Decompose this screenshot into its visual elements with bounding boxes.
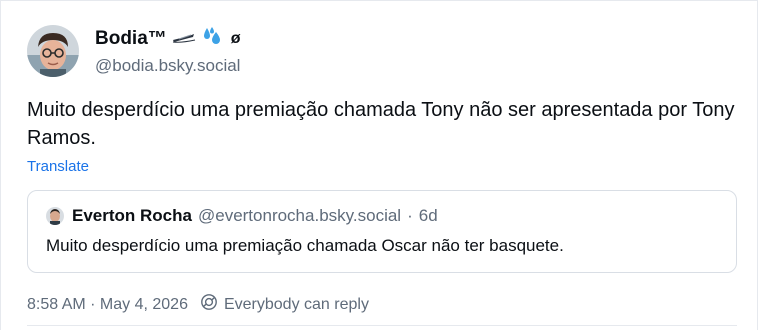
- quoted-author-handle: @evertonrocha.bsky.social: [197, 206, 402, 225]
- quoted-post[interactable]: Everton Rocha @evertonrocha.bsky.social …: [27, 190, 737, 273]
- author-avatar-image: [27, 25, 79, 77]
- droplets-icon: [201, 26, 223, 52]
- post-text: Muito desperdício uma premiação chamada …: [27, 99, 735, 149]
- quoted-author-name: Everton Rocha: [72, 206, 192, 225]
- post-meta: 8:58 AM · May 4, 2026 Everybody can repl…: [27, 293, 369, 317]
- author-name-text: Bodia™: [95, 28, 167, 49]
- reply-permission-icon: [200, 293, 218, 317]
- quoted-author-avatar: [46, 207, 64, 225]
- translate-link[interactable]: Translate: [27, 158, 89, 176]
- post-timestamp[interactable]: 8:58 AM · May 4, 2026: [27, 295, 188, 315]
- post-card: Bodia™ ø @bodia.bsky.social Muito desper…: [0, 0, 758, 330]
- quoted-post-text: Muito desperdício uma premiação chamada …: [46, 236, 564, 255]
- quoted-post-time: 6d: [418, 206, 438, 225]
- divider: [27, 325, 737, 326]
- quoted-post-header: Everton Rocha @evertonrocha.bsky.social …: [46, 205, 718, 227]
- post-header: Bodia™ ø @bodia.bsky.social: [27, 25, 241, 77]
- author-display-name[interactable]: Bodia™ ø: [95, 26, 241, 52]
- reply-setting[interactable]: Everybody can reply: [200, 293, 369, 317]
- reply-setting-label: Everybody can reply: [223, 296, 369, 313]
- author-avatar[interactable]: [27, 25, 79, 77]
- author-handle[interactable]: @bodia.bsky.social: [95, 56, 241, 76]
- quoted-separator: ·: [407, 206, 413, 225]
- author-name-suffix: ø: [230, 30, 241, 47]
- pen-icon: [171, 28, 197, 50]
- author-info: Bodia™ ø @bodia.bsky.social: [95, 26, 241, 76]
